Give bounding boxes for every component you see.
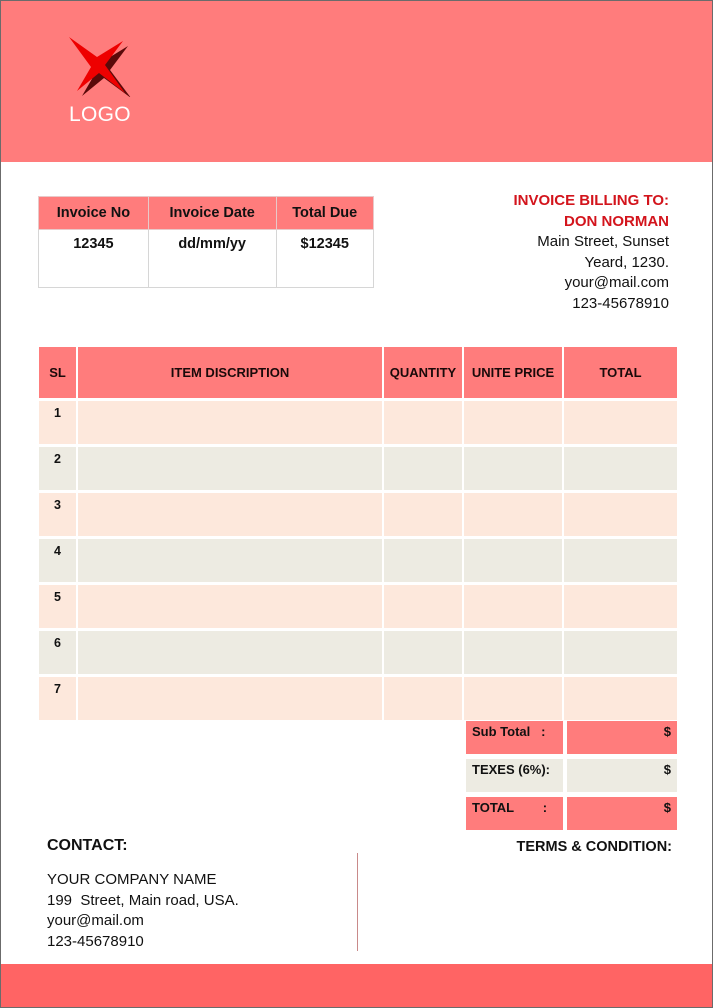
row-quantity[interactable] <box>384 628 464 674</box>
header-sl: SL <box>39 347 78 398</box>
contact-email: your@mail.om <box>47 912 144 929</box>
row-description[interactable] <box>78 536 384 582</box>
footer-banner <box>1 964 712 1007</box>
invoice-meta-table: Invoice No Invoice Date Total Due 12345 … <box>38 196 374 288</box>
terms-title: TERMS & CONDITION: <box>516 839 672 855</box>
row-unit-price[interactable] <box>464 490 564 536</box>
row-total[interactable] <box>564 490 677 536</box>
x-star-icon <box>69 37 131 97</box>
row-total[interactable] <box>564 628 677 674</box>
row-quantity[interactable] <box>384 490 464 536</box>
subtotal-value[interactable]: $ <box>567 721 677 759</box>
header-total: TOTAL <box>564 347 677 398</box>
row-unit-price[interactable] <box>464 536 564 582</box>
row-quantity[interactable] <box>384 536 464 582</box>
billing-address-line1: Main Street, Sunset <box>537 233 669 250</box>
row-description[interactable] <box>78 674 384 720</box>
grand-total-row: TOTAL : $ <box>466 797 677 835</box>
row-unit-price[interactable] <box>464 582 564 628</box>
header-quantity: QUANTITY <box>384 347 464 398</box>
invoice-page: LOGO Invoice No Invoice Date Total Due 1… <box>0 0 713 1008</box>
total-due-value[interactable]: $12345 <box>275 229 374 288</box>
footer-divider <box>357 853 358 951</box>
row-total[interactable] <box>564 674 677 720</box>
contact-title: CONTACT: <box>47 837 128 854</box>
row-description[interactable] <box>78 398 384 444</box>
subtotal-row: Sub Total : $ <box>466 721 677 759</box>
row-quantity[interactable] <box>384 398 464 444</box>
total-due-header: Total Due <box>275 196 374 230</box>
row-unit-price[interactable] <box>464 398 564 444</box>
taxes-row: TEXES (6%): $ <box>466 759 677 797</box>
header-unit-price: UNITE PRICE <box>464 347 564 398</box>
grand-total-label: TOTAL : <box>466 797 567 835</box>
row-sl: 3 <box>39 490 78 536</box>
row-sl: 4 <box>39 536 78 582</box>
row-description[interactable] <box>78 444 384 490</box>
row-sl: 5 <box>39 582 78 628</box>
contact-details: YOUR COMPANY NAME 199 Street, Main road,… <box>47 870 239 952</box>
items-header-row: SL ITEM DISCRIPTION QUANTITY UNITE PRICE… <box>39 347 677 398</box>
contact-phone: 123-45678910 <box>47 932 144 950</box>
subtotal-label: Sub Total : <box>466 721 567 759</box>
row-quantity[interactable] <box>384 674 464 720</box>
invoice-no-value[interactable]: 12345 <box>38 229 149 288</box>
table-row: 4 <box>39 536 677 582</box>
invoice-no-header: Invoice No <box>38 196 149 230</box>
row-quantity[interactable] <box>384 444 464 490</box>
row-total[interactable] <box>564 536 677 582</box>
table-row: 1 <box>39 398 677 444</box>
row-sl: 6 <box>39 628 78 674</box>
billing-title: INVOICE BILLING TO: <box>513 192 669 209</box>
row-total[interactable] <box>564 582 677 628</box>
billing-address-line2: Yeard, 1230. <box>584 253 669 271</box>
table-row: 7 <box>39 674 677 720</box>
row-quantity[interactable] <box>384 582 464 628</box>
row-sl: 1 <box>39 398 78 444</box>
row-sl: 2 <box>39 444 78 490</box>
billing-phone: 123-45678910 <box>572 294 669 312</box>
billing-name: DON NORMAN <box>564 212 669 230</box>
billing-email: your@mail.com <box>564 274 669 291</box>
taxes-label: TEXES (6%): <box>466 759 567 797</box>
header-banner: LOGO <box>1 1 712 162</box>
contact-company: YOUR COMPANY NAME <box>47 871 217 888</box>
logo-text: LOGO <box>69 103 131 126</box>
row-unit-price[interactable] <box>464 674 564 720</box>
row-unit-price[interactable] <box>464 444 564 490</box>
table-row: 3 <box>39 490 677 536</box>
row-description[interactable] <box>78 582 384 628</box>
row-total[interactable] <box>564 444 677 490</box>
table-row: 5 <box>39 582 677 628</box>
table-row: 2 <box>39 444 677 490</box>
items-table: SL ITEM DISCRIPTION QUANTITY UNITE PRICE… <box>39 347 677 720</box>
billing-address: INVOICE BILLING TO: DON NORMAN Main Stre… <box>513 191 669 314</box>
row-description[interactable] <box>78 490 384 536</box>
table-row: 6 <box>39 628 677 674</box>
invoice-date-value[interactable]: dd/mm/yy <box>147 229 277 288</box>
header-description: ITEM DISCRIPTION <box>78 347 384 398</box>
taxes-value[interactable]: $ <box>567 759 677 797</box>
invoice-date-header: Invoice Date <box>147 196 277 230</box>
row-sl: 7 <box>39 674 78 720</box>
row-description[interactable] <box>78 628 384 674</box>
row-total[interactable] <box>564 398 677 444</box>
grand-total-value[interactable]: $ <box>567 797 677 835</box>
contact-address: 199 Street, Main road, USA. <box>47 891 239 909</box>
totals-table: Sub Total : $ TEXES (6%): $ TOTAL : $ <box>466 721 677 835</box>
row-unit-price[interactable] <box>464 628 564 674</box>
